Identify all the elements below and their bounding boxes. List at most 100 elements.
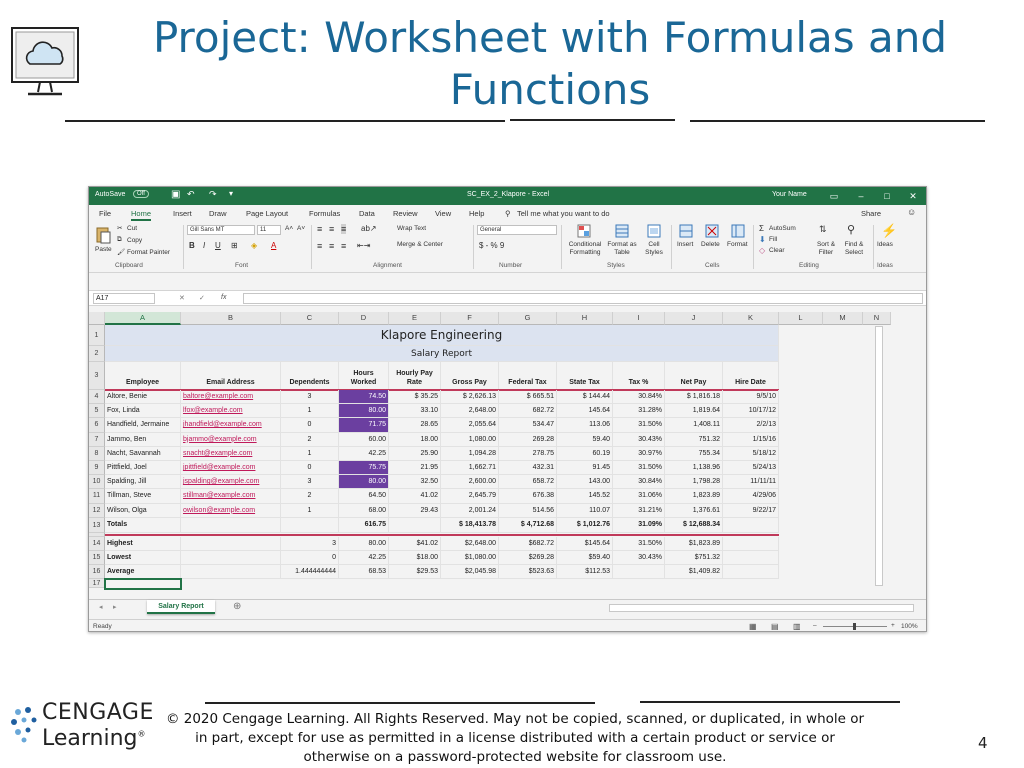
column-heading[interactable]: Hire Date	[723, 362, 779, 390]
sheet-tab-salary-report[interactable]: Salary Report	[147, 600, 215, 614]
row-header[interactable]: 1	[89, 325, 105, 346]
totals-cell[interactable]: 616.75	[339, 517, 389, 533]
data-cell[interactable]: 91.45	[557, 461, 613, 476]
data-cell[interactable]: 31.28%	[613, 404, 665, 419]
tab-insert[interactable]: Insert	[173, 209, 192, 218]
data-cell[interactable]: 1,819.64	[665, 404, 723, 419]
maximize-button[interactable]: □	[875, 188, 899, 204]
format-as-table-button[interactable]: Format as Table	[605, 241, 639, 257]
save-icon[interactable]: ▣	[171, 189, 180, 200]
data-cell[interactable]: 21.95	[389, 461, 441, 476]
redo-icon[interactable]: ↷	[209, 189, 217, 200]
data-cell[interactable]: 42.25	[339, 446, 389, 461]
fill-button[interactable]: Fill	[769, 236, 777, 243]
email-link[interactable]: snacht@example.com	[181, 446, 281, 461]
data-cell[interactable]: 3	[281, 390, 339, 405]
summary-cell[interactable]: $29.53	[389, 564, 441, 579]
align-right-icon[interactable]: ≡	[341, 241, 346, 251]
tell-me-search-icon[interactable]: ⚲	[505, 209, 511, 218]
select-all-corner[interactable]	[89, 312, 105, 325]
data-cell[interactable]: 75.75	[339, 461, 389, 476]
column-header-i[interactable]: I	[613, 312, 665, 325]
data-cell[interactable]: 71.75	[339, 418, 389, 433]
data-cell[interactable]: 1,080.00	[441, 432, 499, 447]
horizontal-scrollbar[interactable]	[609, 604, 914, 612]
data-cell[interactable]: 41.02	[389, 489, 441, 504]
cell-styles-button[interactable]: Cell Styles	[643, 241, 665, 257]
fill-icon[interactable]: ⬇	[759, 235, 766, 244]
summary-cell[interactable]: $59.40	[557, 550, 613, 565]
page-layout-view-icon[interactable]: ▤	[771, 622, 779, 631]
column-header-d[interactable]: D	[339, 312, 389, 325]
data-cell[interactable]: 80.00	[339, 404, 389, 419]
data-cell[interactable]: $ 1,816.18	[665, 390, 723, 405]
find-select-button[interactable]: Find & Select	[839, 241, 869, 257]
ribbon-display-icon[interactable]: ▭	[822, 188, 846, 204]
data-cell[interactable]: 68.00	[339, 503, 389, 518]
summary-cell[interactable]: 31.50%	[613, 536, 665, 551]
tab-data[interactable]: Data	[359, 209, 375, 218]
active-cell-a17[interactable]	[104, 577, 182, 590]
totals-cell[interactable]	[181, 517, 281, 533]
data-cell[interactable]: 30.43%	[613, 432, 665, 447]
font-size-select[interactable]: 11	[257, 225, 281, 235]
insert-cells-icon[interactable]	[679, 224, 693, 238]
user-name[interactable]: Your Name	[772, 191, 807, 198]
totals-cell[interactable]: 31.09%	[613, 517, 665, 533]
data-cell[interactable]: 2,600.00	[441, 475, 499, 490]
tab-help[interactable]: Help	[469, 209, 484, 218]
data-cell[interactable]: 1,662.71	[441, 461, 499, 476]
column-heading[interactable]: State Tax	[557, 362, 613, 390]
sort-filter-icon[interactable]: ⇅	[819, 224, 827, 235]
row-header[interactable]: 8	[89, 446, 105, 461]
data-cell[interactable]: 2,648.00	[441, 404, 499, 419]
conditional-formatting-icon[interactable]	[577, 224, 591, 238]
cancel-formula-icon[interactable]: ✕	[179, 294, 185, 302]
data-cell[interactable]: 1,798.28	[665, 475, 723, 490]
email-link[interactable]: lfox@example.com	[181, 404, 281, 419]
data-cell[interactable]: 2,001.24	[441, 503, 499, 518]
column-heading[interactable]: Net Pay	[665, 362, 723, 390]
data-cell[interactable]: Altore, Benie	[105, 390, 181, 405]
align-left-icon[interactable]: ≡	[317, 241, 322, 251]
column-header-h[interactable]: H	[557, 312, 613, 325]
data-cell[interactable]: Spalding, Jill	[105, 475, 181, 490]
data-cell[interactable]: 60.19	[557, 446, 613, 461]
increase-font-icon[interactable]: A˄	[285, 225, 293, 232]
totals-cell[interactable]	[723, 517, 779, 533]
autosum-icon[interactable]: Σ	[759, 224, 764, 233]
data-cell[interactable]: Pittfield, Joel	[105, 461, 181, 476]
row-header[interactable]: 11	[89, 489, 105, 504]
name-box[interactable]: A17	[93, 293, 155, 304]
data-cell[interactable]: 1,094.28	[441, 446, 499, 461]
font-name-select[interactable]: Gill Sans MT	[187, 225, 255, 235]
column-heading[interactable]: Dependents	[281, 362, 339, 390]
summary-cell[interactable]: $751.32	[665, 550, 723, 565]
underline-button[interactable]: U	[215, 241, 221, 250]
data-cell[interactable]: Jammo, Ben	[105, 432, 181, 447]
summary-cell[interactable]: 80.00	[339, 536, 389, 551]
row-header[interactable]: 14	[89, 536, 105, 551]
data-cell[interactable]: 113.06	[557, 418, 613, 433]
data-cell[interactable]: 658.72	[499, 475, 557, 490]
data-cell[interactable]: 11/11/11	[723, 475, 779, 490]
data-cell[interactable]: 59.40	[557, 432, 613, 447]
summary-cell[interactable]: $145.64	[557, 536, 613, 551]
data-cell[interactable]: Wilson, Olga	[105, 503, 181, 518]
summary-cell[interactable]: $1,409.82	[665, 564, 723, 579]
column-heading[interactable]: Hourly Pay Rate	[389, 362, 441, 390]
autosum-button[interactable]: AutoSum	[769, 225, 796, 232]
email-link[interactable]: bjammo@example.com	[181, 432, 281, 447]
data-cell[interactable]: 2	[281, 432, 339, 447]
data-cell[interactable]: 18.00	[389, 432, 441, 447]
column-heading[interactable]: Gross Pay	[441, 362, 499, 390]
row-header[interactable]: 3	[89, 362, 105, 390]
clear-button[interactable]: Clear	[769, 247, 785, 254]
cell-styles-icon[interactable]	[647, 224, 661, 238]
share-button[interactable]: Share	[861, 209, 881, 218]
find-select-icon[interactable]: ⚲	[847, 223, 855, 236]
data-cell[interactable]: 31.06%	[613, 489, 665, 504]
format-painter-icon[interactable]: 🖌	[117, 248, 125, 256]
data-cell[interactable]: 110.07	[557, 503, 613, 518]
column-heading[interactable]: Tax %	[613, 362, 665, 390]
